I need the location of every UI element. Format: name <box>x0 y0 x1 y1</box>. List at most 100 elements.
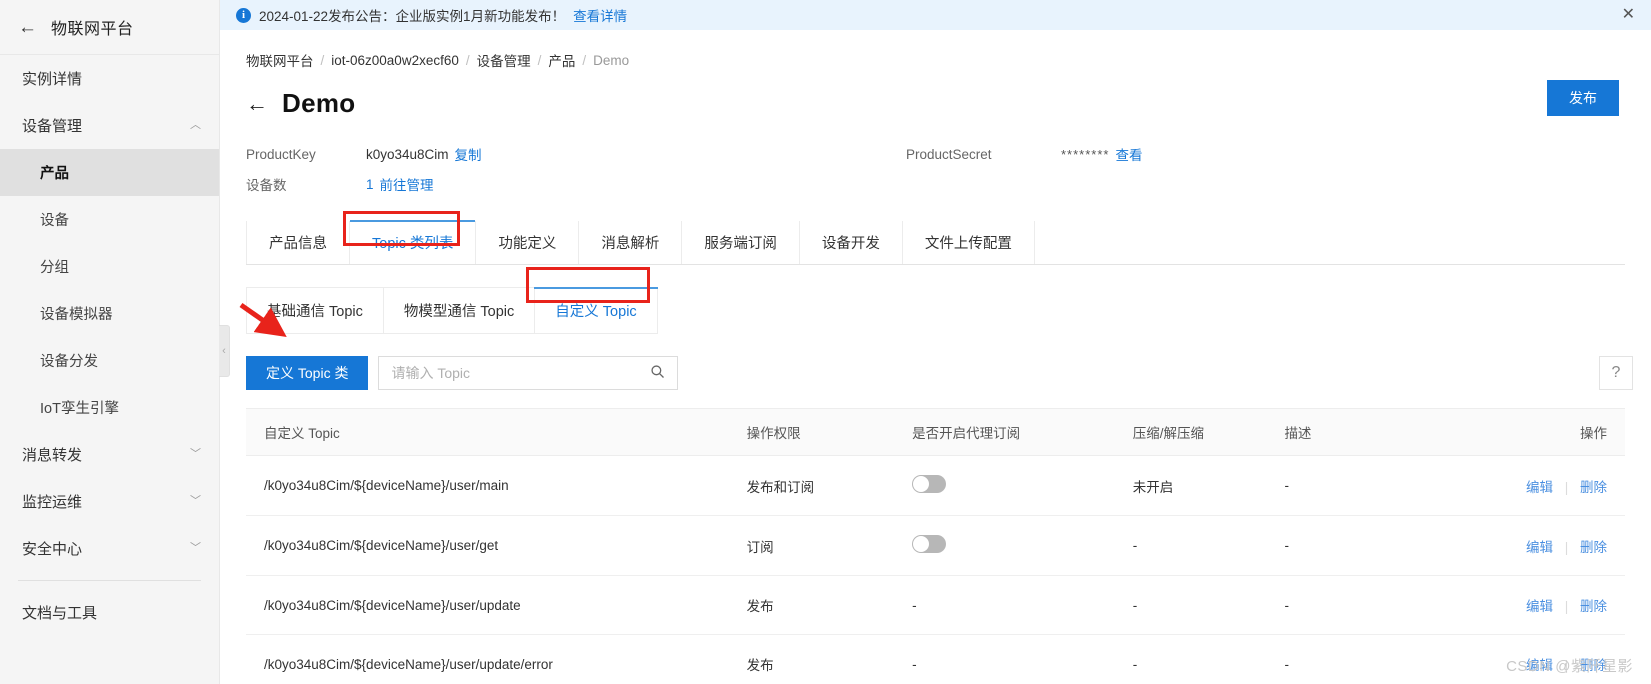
edit-link[interactable]: 编辑 <box>1526 540 1553 555</box>
app-root: ← 物联网平台 实例详情 设备管理 ︿ 产品 设备 分组 设备模拟器 设备分发 … <box>0 0 1651 684</box>
sidebar-item-docs-and-tools[interactable]: 文档与工具 <box>0 589 219 636</box>
sidebar: ← 物联网平台 实例详情 设备管理 ︿ 产品 设备 分组 设备模拟器 设备分发 … <box>0 0 230 684</box>
page-header: ← Demo 发布 <box>220 70 1651 119</box>
subtab-custom-topic[interactable]: 自定义 Topic <box>534 287 659 334</box>
sidebar-item-security-center[interactable]: 安全中心 ﹀ <box>0 525 219 572</box>
cell-proxy-subscription <box>894 455 1115 516</box>
cell-topic: /k0yo34u8Cim/${deviceName}/user/update/e… <box>246 634 729 684</box>
operations-divider: | <box>1564 539 1569 555</box>
column-header-proxy-subscription: 是否开启代理订阅 <box>894 408 1115 456</box>
breadcrumb-item-platform[interactable]: 物联网平台 <box>246 50 314 70</box>
chevron-down-icon: ﹀ <box>190 448 201 460</box>
edit-link[interactable]: 编辑 <box>1526 599 1553 614</box>
view-product-secret-link[interactable]: 查看 <box>1115 144 1142 164</box>
chevron-up-icon: ︿ <box>190 119 201 131</box>
breadcrumb-separator: / <box>537 52 542 68</box>
breadcrumb-item-current: Demo <box>593 52 630 68</box>
table-row: /k0yo34u8Cim/${deviceName}/user/get 订阅 -… <box>246 515 1625 576</box>
sidebar-item-label: 分组 <box>40 260 69 276</box>
cell-operations: 编辑 | 删除 <box>1459 575 1625 635</box>
define-topic-class-button[interactable]: 定义 Topic 类 <box>246 356 369 390</box>
table-row: /k0yo34u8Cim/${deviceName}/user/update/e… <box>246 634 1625 684</box>
product-key-label: ProductKey <box>246 146 316 162</box>
proxy-subscription-toggle[interactable] <box>912 475 947 493</box>
sidebar-item-device-distribution[interactable]: 设备分发 <box>0 337 219 384</box>
sidebar-title: 物联网平台 <box>51 21 134 38</box>
edit-link[interactable]: 编辑 <box>1526 480 1553 495</box>
arrow-left-icon[interactable]: ← <box>246 92 268 115</box>
operations-divider: | <box>1564 479 1569 495</box>
search-icon[interactable] <box>650 364 665 383</box>
sidebar-item-instance-detail[interactable]: 实例详情 <box>0 55 219 102</box>
sidebar-item-label: 监控运维 <box>22 494 83 511</box>
sidebar-item-device-simulator[interactable]: 设备模拟器 <box>0 290 219 337</box>
sidebar-item-label: 设备 <box>40 213 69 229</box>
sidebar-item-iot-twin-engine[interactable]: IoT孪生引擎 <box>0 384 219 431</box>
table-toolbar: 定义 Topic 类 ? <box>246 356 1633 390</box>
subtab-bar: 基础通信 Topic 物模型通信 Topic 自定义 Topic <box>246 287 1625 334</box>
search-box[interactable] <box>378 356 679 390</box>
page-title: Demo <box>282 88 356 118</box>
breadcrumb-item-products[interactable]: 产品 <box>548 50 575 70</box>
notification-banner: i 2024-01-22发布公告：企业版实例1月新功能发布！ 查看详情 ✕ <box>220 0 1651 30</box>
product-secret-value: ******** <box>1061 146 1110 162</box>
sidebar-item-label: 消息转发 <box>22 447 83 464</box>
product-secret-label: ProductSecret <box>906 146 992 162</box>
tab-product-info[interactable]: 产品信息 <box>246 221 350 264</box>
tab-message-parsing[interactable]: 消息解析 <box>579 221 683 264</box>
tab-file-upload-config[interactable]: 文件上传配置 <box>902 221 1035 264</box>
sidebar-item-label: 设备管理 <box>22 118 83 135</box>
cell-proxy-subscription: - <box>894 575 1115 635</box>
tab-topic-list[interactable]: Topic 类列表 <box>350 220 477 264</box>
cell-operations: 编辑 | 删除 <box>1459 455 1625 516</box>
sidebar-item-products[interactable]: 产品 <box>0 149 219 196</box>
cell-compression: - <box>1114 575 1267 635</box>
breadcrumb-item-instance[interactable]: iot-06z00a0w2xecf60 <box>331 53 459 68</box>
sidebar-collapse-handle[interactable]: ‹ <box>219 325 230 377</box>
product-secret-row: ProductSecret ******** 查看 <box>906 139 1142 169</box>
subtab-thing-model-topic[interactable]: 物模型通信 Topic <box>382 287 535 334</box>
cell-topic: /k0yo34u8Cim/${deviceName}/user/main <box>246 455 729 516</box>
column-header-topic: 自定义 Topic <box>246 408 729 456</box>
delete-link[interactable]: 删除 <box>1580 540 1607 555</box>
sidebar-divider <box>18 580 201 581</box>
delete-link[interactable]: 删除 <box>1580 599 1607 614</box>
sidebar-item-groups[interactable]: 分组 <box>0 243 219 290</box>
cell-topic: /k0yo34u8Cim/${deviceName}/user/update <box>246 575 729 635</box>
chevron-down-icon: ﹀ <box>190 542 201 554</box>
sidebar-item-monitoring-ops[interactable]: 监控运维 ﹀ <box>0 478 219 525</box>
sidebar-item-device-management[interactable]: 设备管理 ︿ <box>0 102 219 149</box>
sidebar-item-label: 设备分发 <box>40 354 98 370</box>
notification-detail-link[interactable]: 查看详情 <box>573 5 627 25</box>
delete-link[interactable]: 删除 <box>1580 480 1607 495</box>
close-icon[interactable]: ✕ <box>1622 7 1635 23</box>
cell-description: - <box>1266 634 1460 684</box>
copy-product-key-link[interactable]: 复制 <box>455 144 482 164</box>
tab-server-subscription[interactable]: 服务端订阅 <box>682 221 800 264</box>
tab-function-definition[interactable]: 功能定义 <box>476 221 580 264</box>
subtab-basic-communication-topic[interactable]: 基础通信 Topic <box>246 287 383 334</box>
go-to-manage-link[interactable]: 前往管理 <box>380 174 434 194</box>
sidebar-header[interactable]: ← 物联网平台 <box>0 0 219 55</box>
sidebar-item-message-forwarding[interactable]: 消息转发 ﹀ <box>0 431 219 478</box>
cell-compression: - <box>1114 634 1267 684</box>
device-count-row: 设备数 1 前往管理 <box>246 169 1651 199</box>
search-input[interactable] <box>391 365 651 381</box>
cell-description: - <box>1266 575 1460 635</box>
breadcrumb-item-device-management[interactable]: 设备管理 <box>477 50 531 70</box>
sidebar-item-devices[interactable]: 设备 <box>0 196 219 243</box>
proxy-subscription-toggle[interactable] <box>912 535 947 553</box>
breadcrumb-separator: / <box>465 52 470 68</box>
arrow-left-icon[interactable]: ← <box>18 18 37 37</box>
tab-bar-filler <box>1035 221 1625 264</box>
cell-topic: /k0yo34u8Cim/${deviceName}/user/get <box>246 515 729 576</box>
operations-divider: | <box>1564 599 1569 614</box>
cell-description: - <box>1266 455 1460 516</box>
tab-device-development[interactable]: 设备开发 <box>799 221 903 264</box>
cell-permission: 订阅 <box>728 515 895 576</box>
column-header-compression: 压缩/解压缩 <box>1114 408 1267 456</box>
cell-permission: 发布和订阅 <box>728 455 895 516</box>
publish-button[interactable]: 发布 <box>1547 80 1619 116</box>
breadcrumb-separator: / <box>320 52 325 68</box>
help-button[interactable]: ? <box>1599 356 1633 390</box>
